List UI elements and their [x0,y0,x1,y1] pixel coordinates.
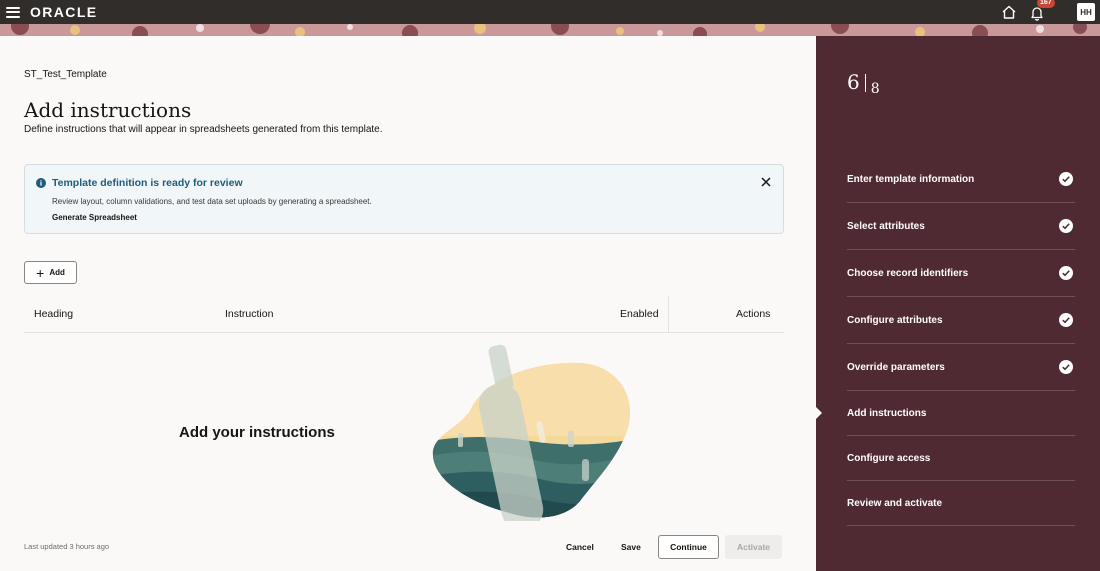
info-message-title: Template definition is ready for review [52,177,243,189]
step-counter-divider [864,74,866,92]
train-step-label: Review and activate [847,497,943,509]
plus-icon: + [36,264,45,281]
current-step-indicator [816,407,822,419]
train-step-override-parameters[interactable]: Override parameters [847,344,1075,391]
info-icon [36,178,46,188]
train-step-configure-access[interactable]: Configure access [847,436,1075,481]
notification-count-badge: 167 [1037,0,1055,8]
train-step-enter-template-information[interactable]: Enter template information [847,156,1075,203]
check-circle-icon [1059,360,1073,374]
info-message-body: Review layout, column validations, and t… [52,197,372,206]
check-circle-icon [1059,266,1073,280]
continue-button[interactable]: Continue [658,535,719,559]
train-steps: Enter template information Select attrib… [816,156,1075,526]
home-icon[interactable] [1001,4,1017,20]
cancel-button[interactable]: Cancel [566,542,594,552]
info-message: Template definition is ready for review … [24,164,784,234]
close-icon[interactable] [760,176,772,188]
train-step-label: Override parameters [847,361,945,373]
last-updated-text: Last updated 3 hours ago [24,542,110,551]
empty-state-illustration [432,344,630,521]
notifications-button[interactable]: 167 [1029,0,1055,21]
train-step-add-instructions[interactable]: Add instructions [816,391,1075,436]
column-header-instruction: Instruction [225,308,274,320]
add-button[interactable]: + Add [24,261,77,284]
train-step-label: Select attributes [847,220,925,232]
page-subtitle: Define instructions that will appear in … [24,124,383,135]
oracle-logo[interactable]: ORACLE [30,4,98,20]
train-step-label: Configure attributes [847,314,943,326]
page-title: Add instructions [24,98,192,122]
step-counter: 6 8 [847,70,880,97]
train-step-label: Enter template information [847,173,975,185]
template-name: ST_Test_Template [24,69,107,80]
user-avatar[interactable]: HH [1077,3,1095,21]
save-button[interactable]: Save [621,542,641,552]
check-circle-icon [1059,172,1073,186]
train-panel: 6 8 Enter template information Select at… [816,36,1100,571]
train-step-label: Choose record identifiers [847,267,969,279]
train-step-label: Add instructions [847,407,927,419]
train-step-configure-attributes[interactable]: Configure attributes [847,297,1075,344]
current-step-number: 6 [847,70,860,94]
column-header-actions: Actions [736,308,771,320]
column-divider [668,296,669,333]
add-button-label: Add [49,268,65,277]
empty-state-message: Add your instructions [179,424,335,441]
column-header-heading: Heading [34,308,74,320]
train-step-label: Configure access [847,452,931,464]
generate-spreadsheet-link[interactable]: Generate Spreadsheet [52,213,137,222]
hamburger-menu-icon[interactable] [6,6,20,18]
instructions-table-header: Heading Instruction Enabled Actions [24,296,784,333]
activate-button: Activate [725,535,782,559]
total-steps-number: 8 [870,81,880,97]
main-content: ST_Test_Template Add instructions Define… [0,36,816,571]
train-step-select-attributes[interactable]: Select attributes [847,203,1075,250]
check-circle-icon [1059,313,1073,327]
global-header: ORACLE 167 HH [0,0,1100,24]
train-step-review-and-activate[interactable]: Review and activate [847,481,1075,526]
check-circle-icon [1059,219,1073,233]
train-step-choose-record-identifiers[interactable]: Choose record identifiers [847,250,1075,297]
decorative-banner [0,24,1100,36]
column-header-enabled: Enabled [620,308,659,320]
